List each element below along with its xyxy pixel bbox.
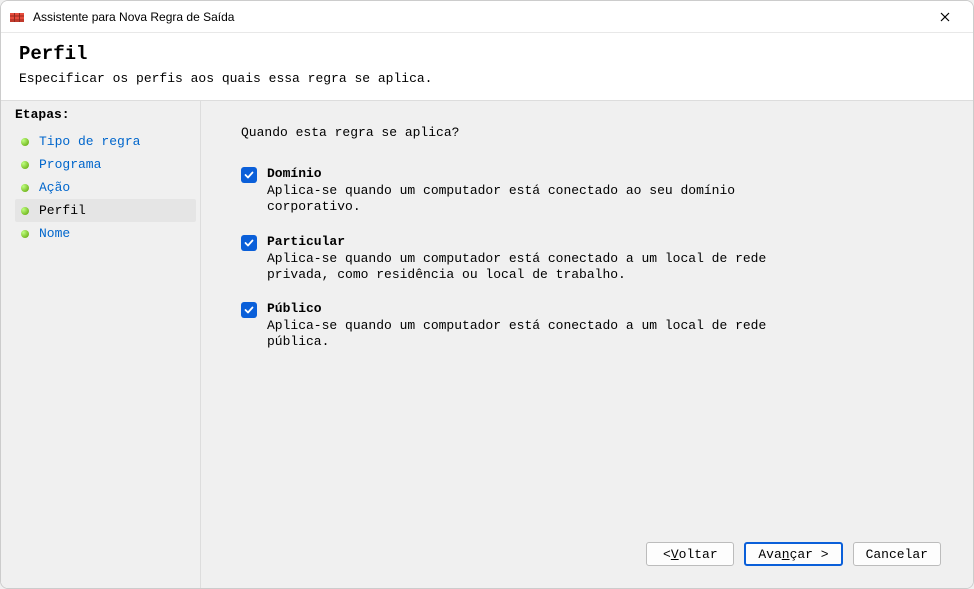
step-bullet-icon (21, 230, 29, 238)
option-label: Domínio (267, 166, 943, 181)
next-post: çar > (790, 548, 829, 561)
step-acao[interactable]: Ação (15, 176, 196, 199)
window-title: Assistente para Nova Regra de Saída (33, 10, 925, 24)
next-pre: Ava (758, 548, 781, 561)
next-accel: n (782, 548, 790, 561)
profile-question: Quando esta regra se aplica? (241, 125, 943, 140)
wizard-window: Assistente para Nova Regra de Saída Perf… (0, 0, 974, 589)
step-perfil[interactable]: Perfil (15, 199, 196, 222)
step-label: Programa (39, 157, 101, 172)
step-bullet-icon (21, 184, 29, 192)
checkbox-dominio[interactable] (241, 167, 257, 183)
firewall-icon (9, 9, 25, 25)
main-panel: Quando esta regra se aplica? Domínio Apl… (201, 101, 973, 588)
step-tipo-de-regra[interactable]: Tipo de regra (15, 130, 196, 153)
step-label: Nome (39, 226, 70, 241)
steps-heading: Etapas: (15, 107, 196, 122)
wizard-footer: < Voltar Avançar > Cancelar (241, 536, 943, 576)
option-label: Particular (267, 234, 943, 249)
next-button[interactable]: Avançar > (744, 542, 842, 566)
cancel-label: Cancelar (866, 548, 928, 561)
option-desc: Aplica-se quando um computador está cone… (267, 183, 767, 216)
option-publico: Público Aplica-se quando um computador e… (241, 301, 943, 351)
close-button[interactable] (925, 3, 965, 31)
option-label: Público (267, 301, 943, 316)
step-bullet-icon (21, 207, 29, 215)
wizard-body: Etapas: Tipo de regra Programa Ação Perf… (1, 101, 973, 588)
page-subtitle: Especificar os perfis aos quais essa reg… (19, 71, 955, 86)
step-bullet-icon (21, 161, 29, 169)
back-post: oltar (679, 548, 718, 561)
option-particular: Particular Aplica-se quando um computado… (241, 234, 943, 284)
step-bullet-icon (21, 138, 29, 146)
option-desc: Aplica-se quando um computador está cone… (267, 318, 767, 351)
back-pre: < (663, 548, 671, 561)
checkbox-publico[interactable] (241, 302, 257, 318)
step-label: Ação (39, 180, 70, 195)
wizard-header: Perfil Especificar os perfis aos quais e… (1, 33, 973, 101)
titlebar: Assistente para Nova Regra de Saída (1, 1, 973, 33)
option-desc: Aplica-se quando um computador está cone… (267, 251, 767, 284)
steps-sidebar: Etapas: Tipo de regra Programa Ação Perf… (1, 101, 201, 588)
step-programa[interactable]: Programa (15, 153, 196, 176)
option-dominio: Domínio Aplica-se quando um computador e… (241, 166, 943, 216)
back-button[interactable]: < Voltar (646, 542, 734, 566)
step-nome[interactable]: Nome (15, 222, 196, 245)
cancel-button[interactable]: Cancelar (853, 542, 941, 566)
step-label: Tipo de regra (39, 134, 140, 149)
step-label: Perfil (39, 203, 86, 218)
checkbox-particular[interactable] (241, 235, 257, 251)
page-title: Perfil (19, 43, 955, 65)
back-accel: V (671, 548, 679, 561)
